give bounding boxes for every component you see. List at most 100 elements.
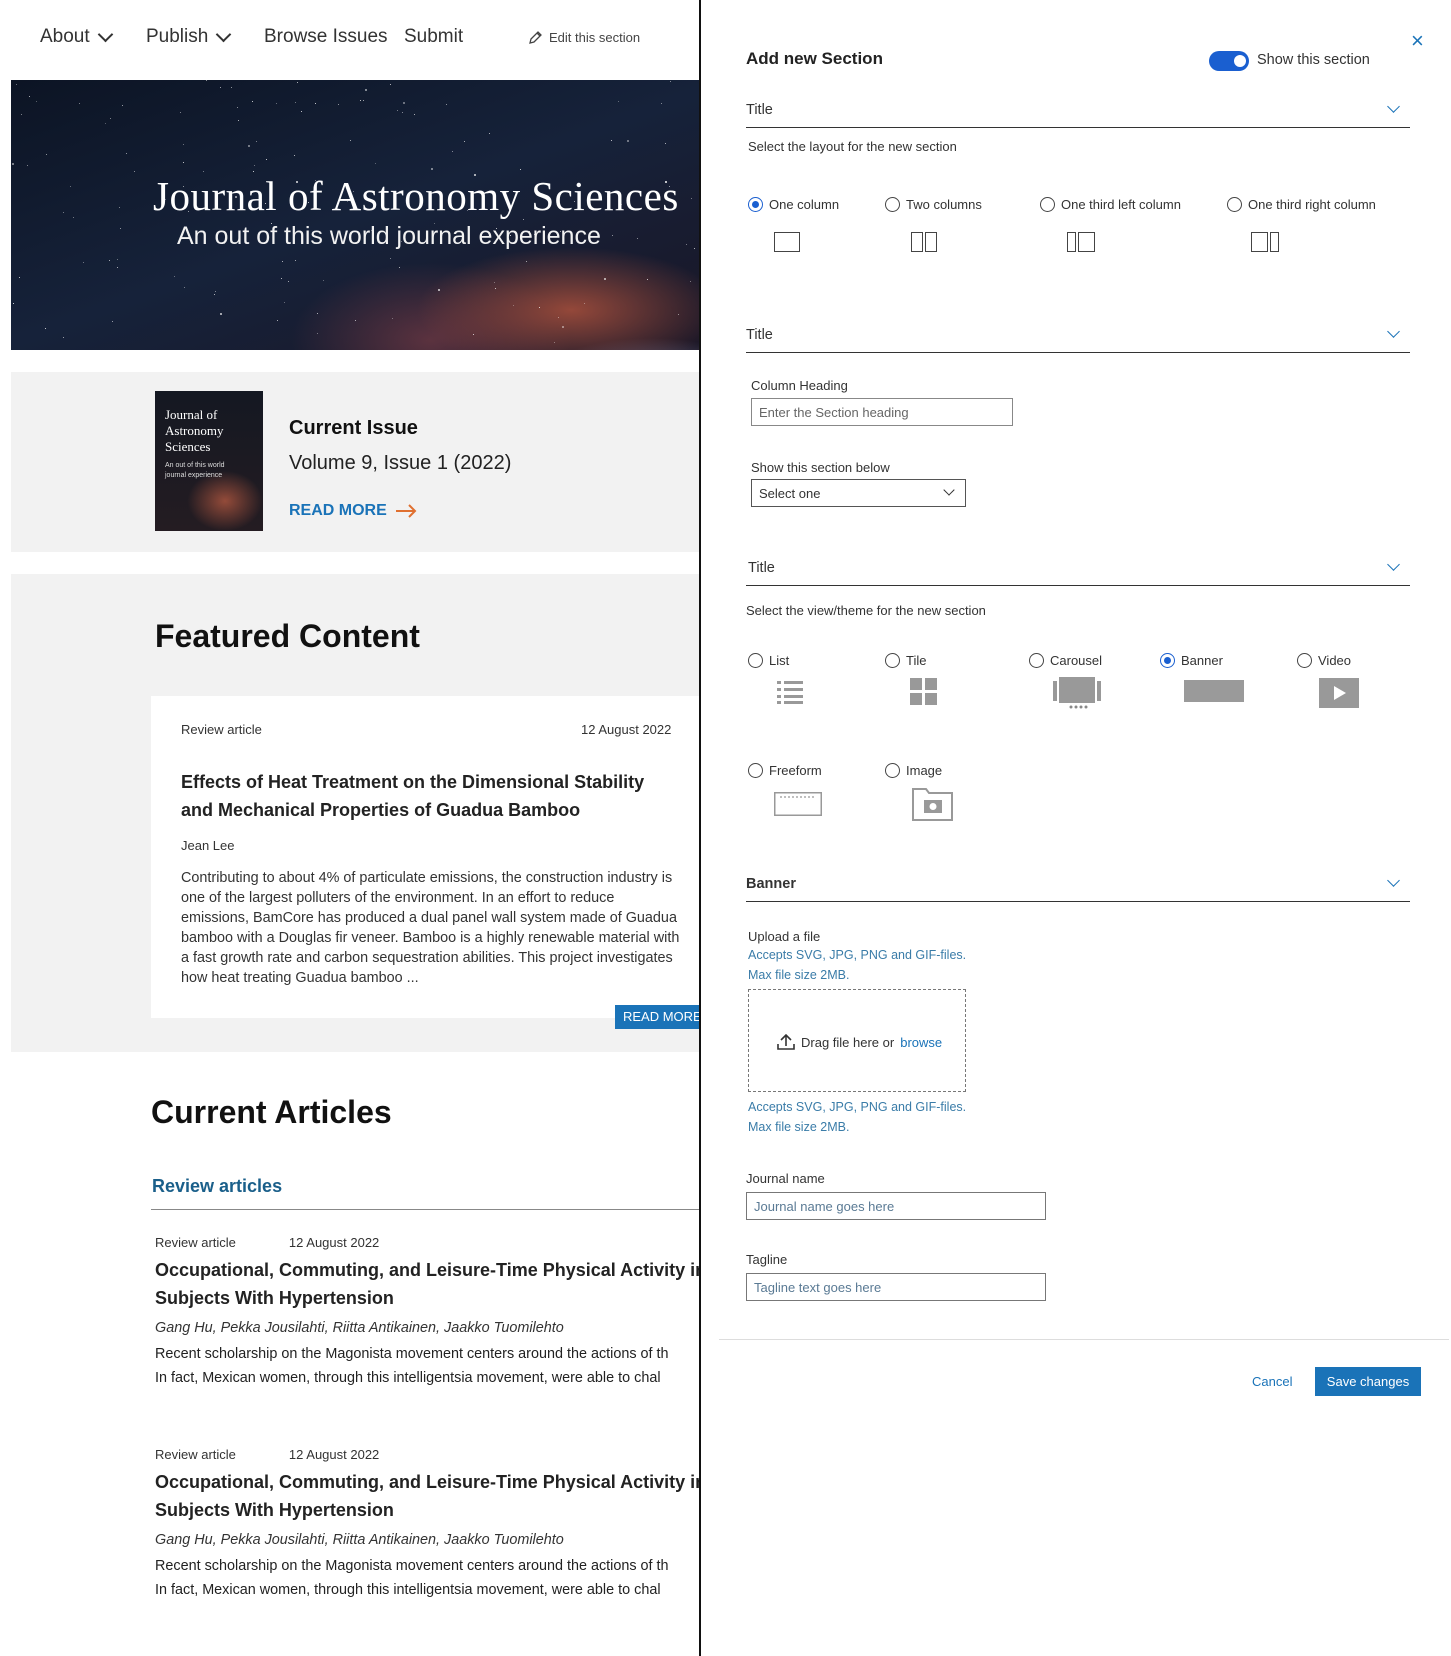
footer-divider — [719, 1339, 1449, 1340]
star-decoration — [266, 159, 267, 160]
star-decoration — [520, 169, 521, 170]
star-decoration — [288, 281, 289, 282]
show-section-toggle[interactable] — [1209, 51, 1249, 71]
upload-hint-size: Max file size 2MB. — [748, 1120, 850, 1134]
article-title[interactable]: Effects of Heat Treatment on the Dimensi… — [181, 768, 681, 824]
star-decoration — [254, 165, 255, 166]
journal-name-input[interactable]: Journal name goes here — [746, 1192, 1046, 1220]
star-decoration — [350, 140, 351, 141]
chevron-down-icon — [1387, 874, 1400, 887]
article-abstract: Contributing to about 4% of particulate … — [181, 870, 680, 986]
star-decoration — [452, 151, 453, 152]
article-title-line[interactable]: Occupational, Commuting, and Leisure-Tim… — [155, 1256, 700, 1284]
nav-browse-issues[interactable]: Browse Issues — [264, 26, 388, 48]
nav-submit[interactable]: Submit — [404, 26, 463, 48]
current-articles-heading: Current Articles — [151, 1094, 392, 1130]
upload-label: Upload a file — [748, 929, 821, 944]
article-title-line[interactable]: Subjects With Hypertension — [155, 1284, 700, 1312]
nav-publish[interactable]: Publish — [146, 26, 232, 48]
radio-banner[interactable]: Banner — [1160, 653, 1223, 668]
star-decoration — [526, 261, 527, 262]
star-decoration — [691, 198, 692, 199]
tagline-input[interactable]: Tagline text goes here — [746, 1273, 1046, 1301]
star-decoration — [119, 207, 120, 208]
star-decoration — [584, 303, 585, 304]
star-decoration — [338, 104, 339, 105]
one-third-left-layout-icon — [1067, 232, 1095, 252]
star-decoration — [611, 140, 612, 141]
article-list-item[interactable]: Review article 12 August 2022 Occupationa… — [155, 1447, 700, 1602]
star-decoration — [284, 302, 285, 303]
radio-freeform[interactable]: Freeform — [748, 763, 822, 778]
radio-label: Video — [1318, 653, 1352, 668]
show-below-select[interactable]: Select one — [751, 479, 966, 507]
radio-two-columns[interactable]: Two columns — [885, 197, 982, 212]
radio-one-column[interactable]: One column — [748, 197, 839, 212]
star-decoration — [473, 334, 474, 335]
radio-label: Tile — [906, 653, 927, 668]
star-decoration — [36, 101, 37, 102]
star-decoration — [294, 155, 295, 156]
star-decoration — [277, 320, 278, 321]
star-decoration — [238, 120, 239, 121]
featured-read-more-button[interactable]: READ MORE — [615, 1005, 700, 1029]
radio-label: One third right column — [1248, 197, 1376, 212]
nav-about[interactable]: About — [40, 26, 113, 48]
star-decoration — [317, 313, 318, 314]
read-more-link[interactable]: READ MORE — [289, 502, 417, 520]
radio-one-third-left[interactable]: One third left column — [1040, 197, 1181, 212]
dropzone-text: Drag file here or — [801, 1034, 895, 1050]
article-title-line[interactable]: Subjects With Hypertension — [155, 1496, 700, 1524]
save-changes-button[interactable]: Save changes — [1315, 1367, 1421, 1396]
article-title-line[interactable]: Occupational, Commuting, and Leisure-Tim… — [155, 1468, 700, 1496]
upload-hint-types: Accepts SVG, JPG, PNG and GIF-files. — [748, 948, 967, 962]
radio-video[interactable]: Video — [1297, 653, 1351, 668]
heading-accordion[interactable]: Title — [746, 323, 1410, 353]
view-prompt: Select the view/theme for the new sectio… — [746, 603, 986, 618]
star-decoration — [604, 278, 606, 280]
chevron-down-icon — [216, 26, 232, 42]
video-view-icon — [1319, 678, 1359, 708]
star-decoration — [220, 87, 221, 88]
layout-accordion[interactable]: Title — [746, 98, 1410, 128]
article-type: Review article — [155, 1447, 236, 1462]
article-abstract-line: Recent scholarship on the Magonista move… — [155, 1558, 669, 1574]
radio-selected-icon — [748, 197, 763, 212]
column-heading-input[interactable]: Enter the Section heading — [751, 398, 1013, 426]
layout-prompt: Select the layout for the new section — [748, 139, 957, 154]
star-decoration — [360, 100, 361, 101]
star-decoration — [248, 145, 250, 147]
radio-tile[interactable]: Tile — [885, 653, 926, 668]
star-decoration — [206, 80, 207, 81]
radio-one-third-right[interactable]: One third right column — [1227, 197, 1376, 212]
star-decoration — [637, 238, 638, 239]
star-decoration — [46, 154, 47, 155]
edit-section-link[interactable]: Edit this section — [528, 30, 640, 45]
read-more-label: READ MORE — [289, 502, 387, 519]
star-decoration — [237, 107, 238, 108]
banner-accordion[interactable]: Banner — [746, 872, 1410, 902]
top-nav: About Publish Browse Issues Submit Edit … — [0, 0, 700, 80]
view-accordion[interactable]: Title — [746, 556, 1410, 586]
cancel-button[interactable]: Cancel — [1252, 1374, 1292, 1389]
radio-list[interactable]: List — [748, 653, 789, 668]
star-decoration — [126, 153, 127, 154]
featured-article-card[interactable]: Review article 12 August 2022 Effects of… — [151, 696, 700, 1018]
star-decoration — [231, 87, 232, 88]
cover-title: Journal of Astronomy Sciences — [165, 407, 224, 454]
divider — [151, 1209, 700, 1210]
chevron-down-icon — [1387, 558, 1400, 571]
accordion-title: Banner — [746, 876, 796, 892]
star-decoration — [690, 281, 691, 282]
article-author: Jean Lee — [181, 838, 235, 853]
radio-carousel[interactable]: Carousel — [1029, 653, 1102, 668]
article-list-item[interactable]: Review article 12 August 2022 Occupationa… — [155, 1235, 700, 1390]
radio-label: One third left column — [1061, 197, 1181, 212]
browse-link[interactable]: browse — [900, 1035, 942, 1050]
arrow-right-icon — [395, 504, 417, 518]
radio-image[interactable]: Image — [885, 763, 942, 778]
star-decoration — [390, 84, 391, 85]
file-dropzone[interactable]: Drag file here or browse — [748, 989, 966, 1092]
freeform-view-icon — [774, 792, 822, 816]
close-icon[interactable]: × — [1411, 28, 1424, 54]
